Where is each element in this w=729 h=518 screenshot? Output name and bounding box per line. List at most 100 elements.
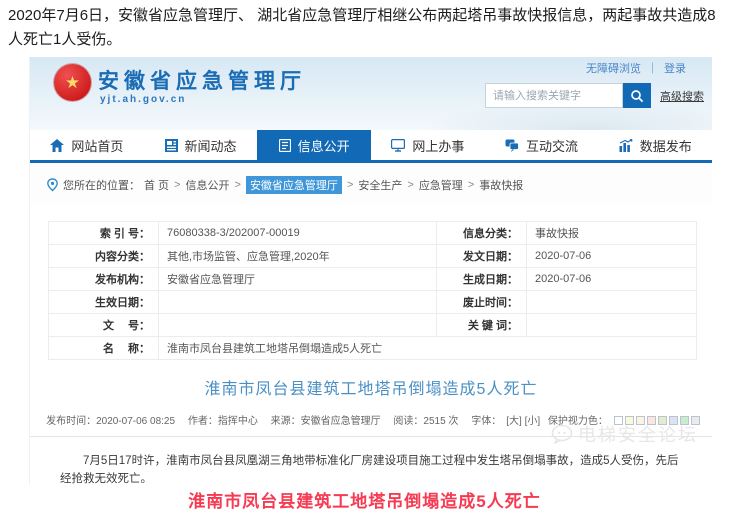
nav-item-info-disclosure[interactable]: 信息公开 [257,130,371,160]
issue-date-label: 发文日期： [437,245,527,268]
nav-item-news[interactable]: 新闻动态 [144,130,258,160]
nav-label: 网站首页 [71,136,123,155]
breadcrumb-separator: > [468,179,474,191]
breadcrumb-info-disclosure[interactable]: 信息公开 [186,177,230,193]
name-value: 淮南市凤台县建筑工地塔吊倒塌造成5人死亡 [159,337,697,360]
breadcrumb-prefix: 您所在的位置： [63,177,140,193]
publisher-value: 安徽省应急管理厅 [159,268,437,291]
accessibility-link[interactable]: 无障碍浏览 [586,60,641,76]
nav-label: 互动交流 [526,136,578,155]
table-row: 生效日期： 废止时间： [49,291,697,314]
home-icon [50,139,64,152]
eye-color-swatches [613,416,701,427]
breadcrumb-accident-bulletin[interactable]: 事故快报 [479,177,523,193]
breadcrumb-home[interactable]: 首 页 [144,177,169,193]
bottom-red-caption: 淮南市凤台县建筑工地塔吊倒塌造成5人死亡 [0,487,729,512]
breadcrumb-separator: > [347,179,353,191]
info-category-label: 信息分类： [437,222,527,245]
advanced-search-link[interactable]: 高级搜索 [660,88,704,104]
speech-bubble-icon [551,424,573,444]
search-input[interactable] [485,83,623,108]
keywords-value [527,314,697,337]
repeal-date-label: 废止时间： [437,291,527,314]
eye-color-swatch[interactable] [658,416,667,425]
document-info-table: 索 引 号： 76080338-3/202007-00019 信息分类： 事故快… [48,221,697,360]
news-icon [165,139,178,152]
keywords-label: 关 键 词： [437,314,527,337]
table-row: 文 号： 关 键 词： [49,314,697,337]
read-count: 阅读：2515 次 [393,416,458,427]
eye-protection-label: 保护视力色： [548,416,608,427]
breadcrumb-department-highlighted[interactable]: 安徽省应急管理厅 [246,176,342,194]
effective-date-value [159,291,437,314]
monitor-icon [391,139,405,152]
table-row: 索 引 号： 76080338-3/202007-00019 信息分类： 事故快… [49,222,697,245]
document-icon [279,139,291,152]
article-body: 7月5日17时许，淮南市凤台县凤凰湖三角地带标准化厂房建设项目施工过程中发生塔吊… [60,452,686,488]
national-emblem-logo: ★ [54,64,91,101]
font-larger-button[interactable]: [大] [506,416,522,427]
nav-item-online-services[interactable]: 网上办事 [371,130,485,160]
font-size-label: 字体： [471,416,501,427]
effective-date-label: 生效日期： [49,291,159,314]
source: 来源：安徽省应急管理厅 [271,416,381,427]
nav-label: 数据发布 [640,136,692,155]
doc-number-value [159,314,437,337]
breadcrumb-work-safety[interactable]: 安全生产 [358,177,402,193]
site-header: ★ 安徽省应急管理厅 yjt.ah.gov.cn 无障碍浏览 ｜ 登录 高级搜索 [30,57,712,130]
table-row: 内容分类： 其他,市场监管、应急管理,2020年 发文日期： 2020-07-0… [49,245,697,268]
intro-paragraph: 2020年7月6日，安徽省应急管理厅、 湖北省应急管理厅相继公布两起塔吊事故快报… [8,4,722,52]
info-category-value: 事故快报 [527,222,697,245]
content-category-value: 其他,市场监管、应急管理,2020年 [159,245,437,268]
eye-color-swatch[interactable] [680,416,689,425]
breadcrumb: 您所在的位置： 首 页 > 信息公开 > 安徽省应急管理厅 > 安全生产 > 应… [30,163,712,205]
article-title: 淮南市凤台县建筑工地塔吊倒塌造成5人死亡 [30,375,712,399]
login-link[interactable]: 登录 [664,60,686,76]
eye-color-swatch[interactable] [669,416,678,425]
chart-icon [619,139,633,152]
chat-icon [505,139,519,152]
create-date-value: 2020-07-06 [527,268,697,291]
name-label: 名 称： [49,337,159,360]
table-row: 发布机构： 安徽省应急管理厅 生成日期： 2020-07-06 [49,268,697,291]
index-number-value: 76080338-3/202007-00019 [159,222,437,245]
search-button[interactable] [623,83,651,108]
breadcrumb-separator: > [174,179,180,191]
content-divider [30,436,712,437]
index-number-label: 索 引 号： [49,222,159,245]
nav-item-home[interactable]: 网站首页 [30,130,144,160]
top-links-divider: ｜ [647,60,658,76]
nav-label: 网上办事 [412,136,464,155]
repeal-date-value [527,291,697,314]
breadcrumb-separator: > [407,179,413,191]
search-icon [630,89,644,103]
eye-color-swatch[interactable] [691,416,700,425]
eye-color-swatch[interactable] [614,416,623,425]
site-url: yjt.ah.gov.cn [100,94,186,105]
font-smaller-button[interactable]: [小] [525,416,541,427]
nav-label: 信息公开 [298,136,350,155]
website-screenshot: ★ 安徽省应急管理厅 yjt.ah.gov.cn 无障碍浏览 ｜ 登录 高级搜索… [30,57,712,485]
publish-time: 发布时间：2020-07-06 08:25 [46,416,175,427]
issue-date-value: 2020-07-06 [527,245,697,268]
main-nav: 网站首页 新闻动态 信息公开 网上办事 互动交流 数据发布 [30,130,712,163]
create-date-label: 生成日期： [437,268,527,291]
star-icon: ★ [65,74,80,91]
table-row: 名 称： 淮南市凤台县建筑工地塔吊倒塌造成5人死亡 [49,337,697,360]
content-category-label: 内容分类： [49,245,159,268]
eye-color-swatch[interactable] [625,416,634,425]
breadcrumb-emergency-mgmt[interactable]: 应急管理 [419,177,463,193]
header-top-links: 无障碍浏览 ｜ 登录 [586,60,686,76]
eye-color-swatch[interactable] [636,416,645,425]
eye-color-swatch[interactable] [647,416,656,425]
doc-number-label: 文 号： [49,314,159,337]
publisher-label: 发布机构： [49,268,159,291]
site-title: 安徽省应急管理厅 [98,65,306,95]
search-bar: 高级搜索 [485,83,704,108]
author: 作者：指挥中心 [188,416,258,427]
nav-item-data-release[interactable]: 数据发布 [598,130,712,160]
breadcrumb-separator: > [235,179,241,191]
location-pin-icon [46,178,59,192]
nav-item-interaction[interactable]: 互动交流 [485,130,599,160]
article-meta: 发布时间：2020-07-06 08:25 作者：指挥中心 来源：安徽省应急管理… [30,412,712,427]
